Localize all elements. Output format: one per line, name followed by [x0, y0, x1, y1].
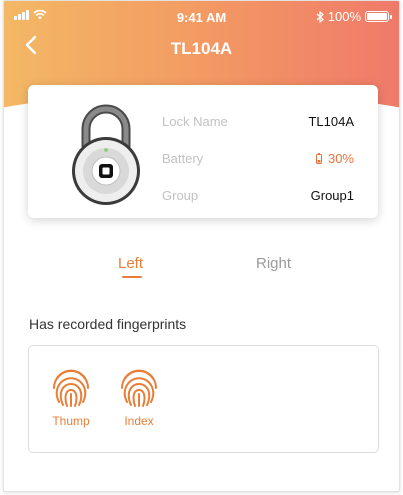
battery-label: Battery: [162, 151, 204, 166]
status-bar: 9:41 AM 100%: [4, 1, 399, 31]
info-row-group: Group Group1: [162, 177, 354, 214]
lock-name-value: TL104A: [308, 114, 354, 129]
bluetooth-icon: [316, 10, 324, 23]
fingerprint-label-thump: Thump: [52, 414, 90, 428]
info-row-battery: Battery 30%: [162, 140, 354, 177]
fingerprint-label-index: Index: [124, 414, 154, 428]
fingerprints-heading: Has recorded fingerprints: [29, 316, 187, 332]
active-tab-indicator: [122, 276, 142, 278]
battery-percent: 100%: [327, 9, 361, 24]
fingerprint-list: Thump Index: [28, 345, 379, 453]
tab-left[interactable]: Left: [118, 255, 143, 272]
padlock-icon: [72, 104, 140, 205]
battery-value: 30%: [327, 151, 354, 166]
status-right: 100%: [316, 9, 392, 24]
fingerprint-item-thump[interactable]: Thump: [46, 364, 96, 428]
battery-status: 30%: [315, 151, 354, 166]
group-value: Group1: [310, 188, 354, 203]
nav-bar: TL104A: [4, 31, 399, 67]
tab-right[interactable]: Right: [256, 255, 291, 272]
fingerprint-item-index[interactable]: Index: [114, 364, 164, 428]
battery-icon: [365, 11, 392, 22]
page-title: TL104A: [170, 39, 233, 58]
low-battery-icon: [315, 153, 322, 164]
lock-info-card: Lock Name TL104A Battery 30% Group Group…: [28, 85, 378, 218]
lock-info-list: Lock Name TL104A Battery 30% Group Group…: [162, 103, 354, 214]
fingerprint-icon: [121, 369, 157, 407]
hand-tabs: Left Right: [4, 251, 399, 281]
group-label: Group: [162, 188, 199, 203]
app-screen: 9:41 AM 100% TL104A Lock Name TL104A Bat…: [3, 0, 400, 492]
lock-name-label: Lock Name: [162, 114, 228, 129]
info-row-lock-name: Lock Name TL104A: [162, 103, 354, 140]
fingerprint-icon: [53, 369, 89, 407]
